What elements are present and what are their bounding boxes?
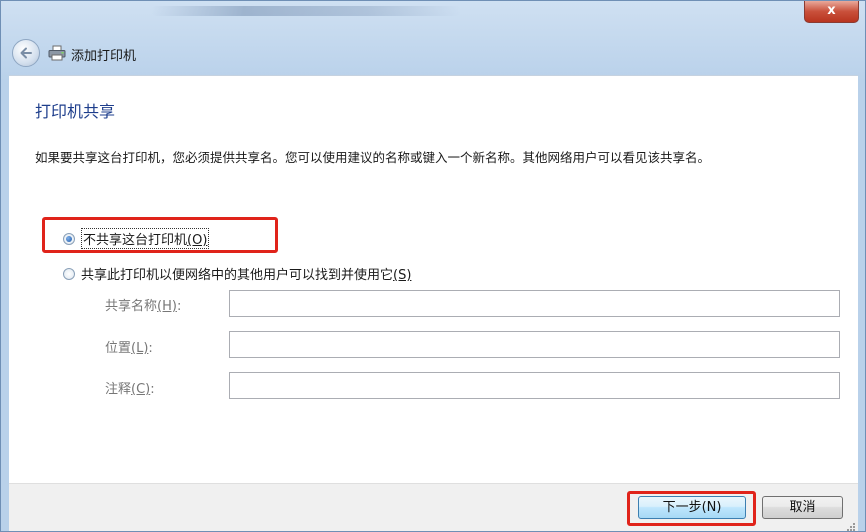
- radio-no-share[interactable]: 不共享这台打印机(O): [63, 228, 210, 249]
- comment-label: 注释(C):: [105, 382, 155, 397]
- close-button[interactable]: x: [804, 1, 859, 23]
- printer-icon: [48, 45, 66, 61]
- blurred-title: [151, 6, 461, 16]
- radio-share[interactable]: 共享此打印机以便网络中的其他用户可以找到并使用它(S): [63, 264, 411, 283]
- content-area: 打印机共享 如果要共享这台打印机，您必须提供共享名。您可以使用建议的名称或键入一…: [9, 75, 858, 484]
- mnemonic: (O): [187, 233, 208, 248]
- comment-input[interactable]: [229, 372, 840, 399]
- button-bar: 下一步(N) 取消: [9, 483, 858, 532]
- page-description: 如果要共享这台打印机，您必须提供共享名。您可以使用建议的名称或键入一个新名称。其…: [35, 150, 711, 165]
- mnemonic: (S): [393, 268, 412, 283]
- close-icon: x: [827, 3, 836, 18]
- wizard-title: 添加打印机: [71, 49, 137, 64]
- location-input[interactable]: [229, 331, 840, 358]
- radio-button-unchecked[interactable]: [63, 267, 75, 280]
- location-label: 位置(L):: [105, 341, 153, 356]
- navigation-bar: 添加打印机: [1, 29, 865, 75]
- radio-share-label: 共享此打印机以便网络中的其他用户可以找到并使用它(S): [81, 268, 412, 283]
- radio-button-checked[interactable]: [63, 232, 75, 245]
- back-arrow-icon: [20, 47, 32, 59]
- radio-no-share-label: 不共享这台打印机(O): [81, 228, 210, 249]
- share-name-input[interactable]: [229, 290, 840, 317]
- add-printer-dialog: x 添加打印机 打印机共享 如果要共享这台打印机，您必须提供共享名。您可以使用建…: [0, 0, 866, 532]
- cancel-button[interactable]: 取消: [762, 496, 843, 519]
- title-bar: x: [1, 1, 865, 23]
- page-heading: 打印机共享: [35, 102, 116, 121]
- share-name-label: 共享名称(H):: [105, 299, 182, 314]
- next-button[interactable]: 下一步(N): [638, 496, 746, 519]
- back-button[interactable]: [12, 39, 40, 67]
- resize-grip-icon[interactable]: [846, 522, 856, 532]
